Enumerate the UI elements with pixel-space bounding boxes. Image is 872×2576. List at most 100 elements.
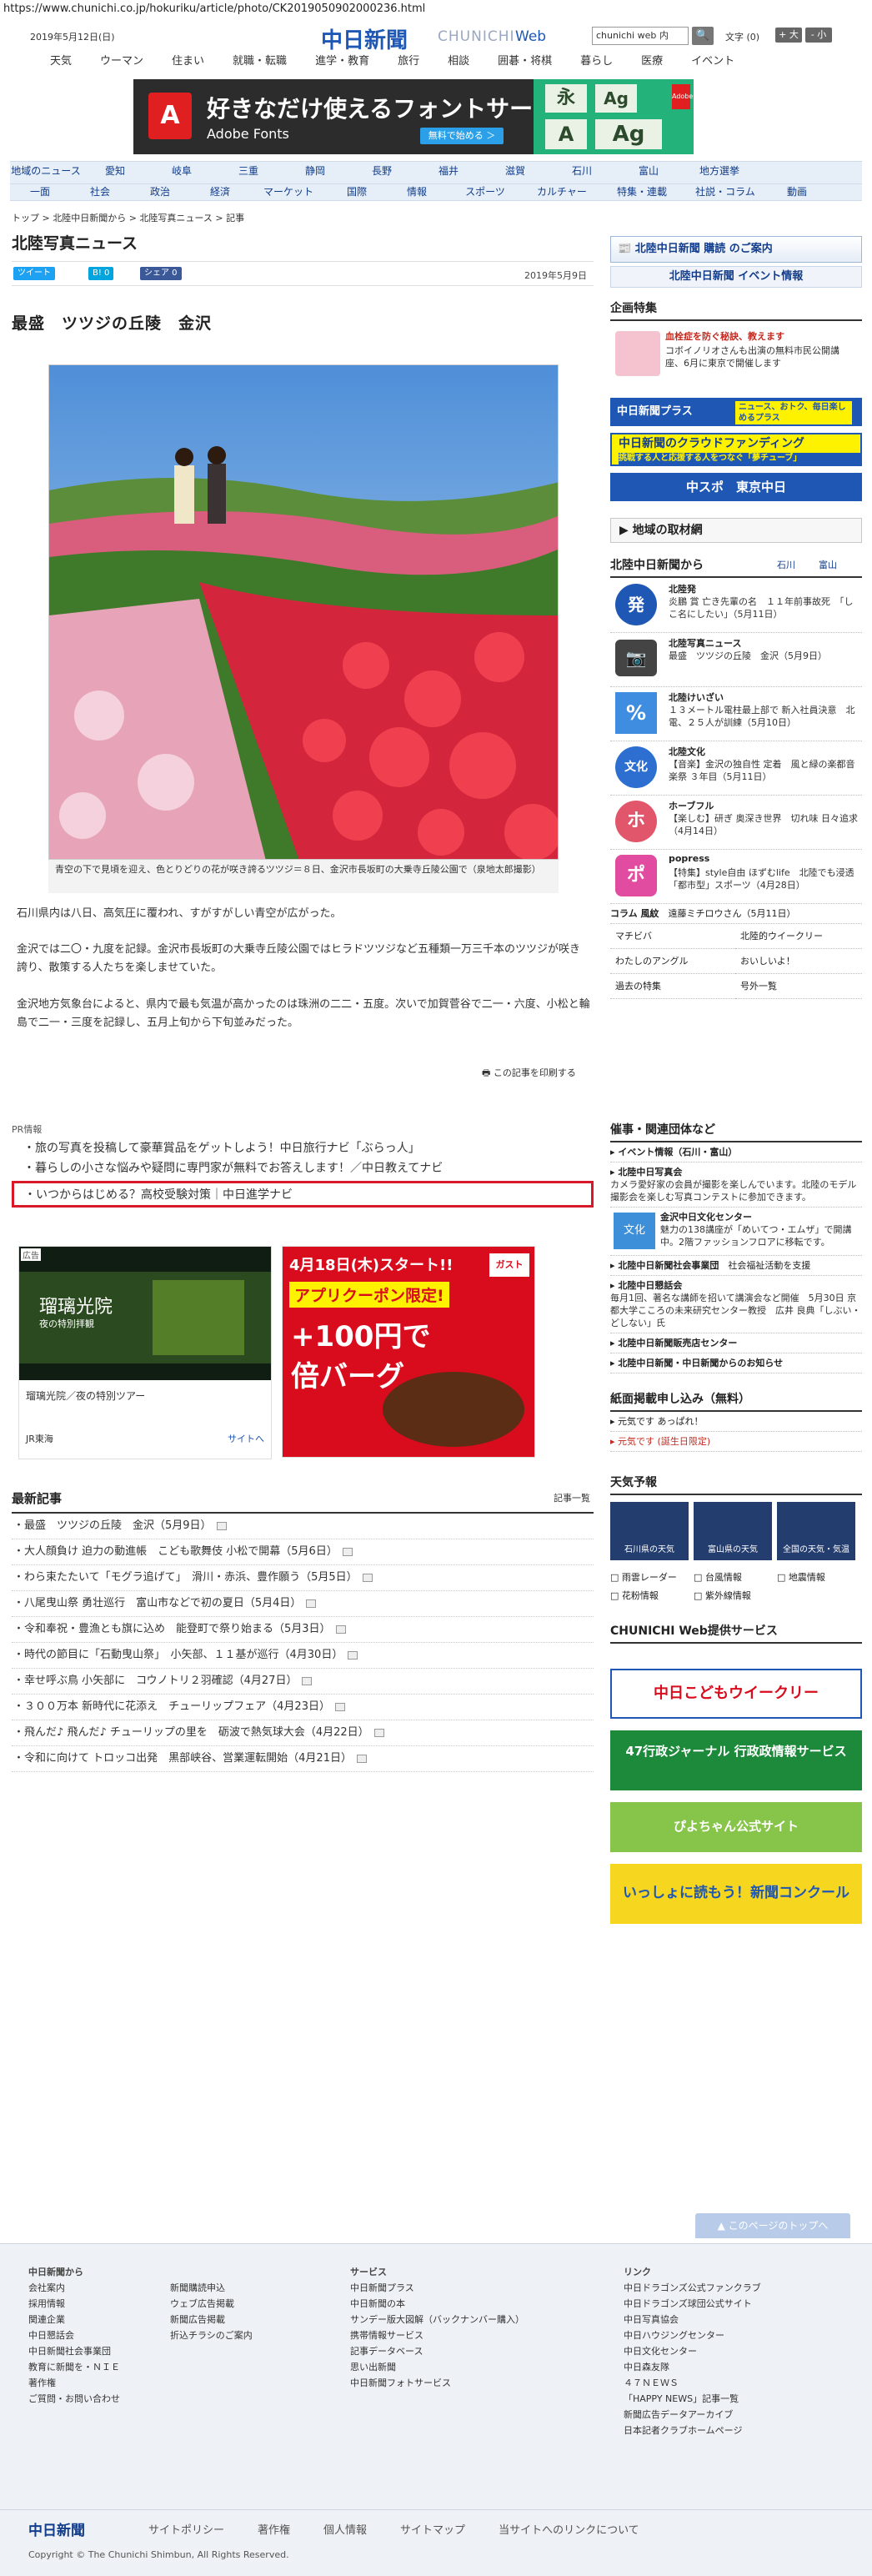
latest-item[interactable]: ・わら束たたいて「モグラ追げて」 滑川・赤浜、豊作願う（5月5日） bbox=[12, 1565, 594, 1591]
chunichi-plus-banner[interactable]: 中日新聞プラス ニュース、おトク、毎日楽しめるプラス bbox=[610, 398, 862, 426]
nav-item[interactable]: 政治 bbox=[130, 184, 190, 202]
gyosei-banner[interactable]: 47行政ジャーナル 行政政情報サービス bbox=[610, 1730, 862, 1790]
url-bar[interactable]: https://www.chunichi.co.jp/hokuriku/arti… bbox=[0, 0, 872, 18]
search-icon[interactable]: 🔍 bbox=[692, 27, 714, 45]
site-logo[interactable]: 中日新聞 bbox=[321, 23, 408, 54]
latest-item[interactable]: ・飛んだ♪ 飛んだ♪ チューリップの里を 砺波で熱気球大会（4月22日） bbox=[12, 1720, 594, 1746]
pr-link-highlighted[interactable]: ・いつからはじめる？高校受験対策｜中日進学ナビ bbox=[12, 1181, 594, 1208]
org-item[interactable]: ▸ 北陸中日新聞販売店センター bbox=[610, 1333, 862, 1353]
latest-item[interactable]: ・令和に向けて トロッコ出発 黒部峡谷、営業運転開始（4月21日） bbox=[12, 1746, 594, 1772]
nav-item[interactable]: カルチャー bbox=[524, 184, 600, 202]
font-smaller-button[interactable]: - 小 bbox=[805, 28, 832, 43]
footer-link[interactable]: 中日ハウジングセンター bbox=[624, 2327, 761, 2343]
footer-link[interactable]: 記事データベース bbox=[350, 2343, 524, 2359]
latest-item[interactable]: ・令和奉祝・豊漁とも旗に込め 能登町で祭り始まる（5月3日） bbox=[12, 1617, 594, 1643]
footer-link[interactable]: 教育に新聞を・ＮＩＥ bbox=[28, 2359, 120, 2375]
feature-item[interactable]: 血栓症を防ぐ秘訣、教えます コボイノリオさんも出演の無料市民公開講座、6月に東京… bbox=[610, 328, 862, 398]
search-input[interactable]: chunichi web 内 bbox=[592, 27, 689, 45]
footer-link[interactable]: 会社案内 bbox=[28, 2280, 120, 2296]
weather-link[interactable]: □ 花粉情報 bbox=[610, 1587, 694, 1605]
facebook-share-button[interactable]: シェア 0 bbox=[140, 267, 182, 280]
newspaper-contest-banner[interactable]: いっしょに読もう！新聞コンクール bbox=[610, 1864, 862, 1924]
latest-item[interactable]: ・大人顔負け 迫力の動進帳 こども歌舞伎 小松で開幕（5月6日） bbox=[12, 1539, 594, 1565]
org-event-link[interactable]: ▸ イベント情報（石川・富山） bbox=[610, 1142, 862, 1162]
nav-item[interactable]: 福井 bbox=[415, 163, 482, 182]
latest-item[interactable]: ・幸せ呼ぶ鳥 小矢部に コウノトリ２羽確認（4月27日） bbox=[12, 1669, 594, 1695]
footer-link[interactable]: 関連企業 bbox=[28, 2312, 120, 2327]
side-grid-link[interactable]: 号外一覧 bbox=[735, 974, 862, 999]
nav-item[interactable]: 経済 bbox=[190, 184, 250, 202]
adobe-fonts-banner[interactable]: A 好きなだけ使えるフォントサービス Adobe Fonts 無料で始める ＞ … bbox=[133, 79, 694, 154]
side-news-item[interactable]: ポ popress 【特集】style自由 ほずむlife 北陸でも浸透「都市型… bbox=[610, 850, 862, 904]
weather-link[interactable]: □ 雨雲レーダー bbox=[610, 1569, 694, 1587]
footer-link[interactable]: 携帯情報サービス bbox=[350, 2327, 524, 2343]
link-toyama[interactable]: 富山 bbox=[819, 558, 837, 571]
weather-tile-national[interactable]: 全国の天気・気温 bbox=[777, 1502, 855, 1560]
side-grid-link[interactable]: 過去の特集 bbox=[610, 974, 735, 999]
footer-link[interactable]: 著作権 bbox=[28, 2375, 120, 2391]
nav-item[interactable]: 滋賀 bbox=[482, 163, 549, 182]
column-link[interactable]: コラム 風紋 遠藤ミチロウさん（5月11日） bbox=[610, 904, 862, 924]
side-grid-link[interactable]: おいしいよ！ bbox=[735, 949, 862, 974]
footer-link[interactable]: ご質問・お問い合わせ bbox=[28, 2391, 120, 2407]
nav-item[interactable]: スポーツ bbox=[447, 184, 524, 202]
footer-bottom-link[interactable]: 個人情報 bbox=[323, 2521, 367, 2537]
footer-link[interactable]: 中日新聞プラス bbox=[350, 2280, 524, 2296]
piyochan-banner[interactable]: ぴよちゃん公式サイト bbox=[610, 1802, 862, 1852]
nav-item[interactable]: 愛知 bbox=[82, 163, 148, 182]
ad-site-link[interactable]: サイトへ bbox=[228, 1432, 264, 1445]
latest-item[interactable]: ・八尾曳山祭 勇壮巡行 富山市などで初の夏日（5月4日） bbox=[12, 1591, 594, 1617]
pr-link[interactable]: ・暮らしの小さな悩みや疑問に専門家が無料でお答えします！／中日教えてナビ bbox=[12, 1159, 594, 1176]
latest-item[interactable]: ・時代の節目に「石動曳山祭」 小矢部、１１基が巡行（4月30日） bbox=[12, 1643, 594, 1669]
gnav-item[interactable]: イベント bbox=[691, 52, 734, 72]
footer-link[interactable]: 新聞広告掲載 bbox=[170, 2312, 253, 2327]
notice-link[interactable]: ▸ 元気です あっぱれ！ bbox=[610, 1412, 862, 1432]
nav-item[interactable]: 三重 bbox=[215, 163, 282, 182]
footer-link[interactable]: 中日新聞の本 bbox=[350, 2296, 524, 2312]
tweet-button[interactable]: ツイート bbox=[13, 267, 55, 280]
weather-tile-toyama[interactable]: 富山県の天気 bbox=[694, 1502, 772, 1560]
org-item[interactable]: ▸ 北陸中日新聞社会事業団 社会福祉活動を支援 bbox=[610, 1256, 862, 1276]
side-grid-link[interactable]: マチビバ bbox=[610, 924, 735, 949]
hatena-button[interactable]: B! 0 bbox=[88, 267, 114, 280]
footer-link[interactable]: 中日森友隊 bbox=[624, 2359, 761, 2375]
notice-link[interactable]: ▸ 元気です (誕生日限定) bbox=[610, 1432, 862, 1452]
region-network-link[interactable]: ▶ 地域の取材網 bbox=[610, 518, 862, 543]
nav-item[interactable]: 情報 bbox=[387, 184, 447, 202]
side-news-item[interactable]: 文化 北陸文化 【音楽】金沢の独自性 定着 風と緑の楽都音楽祭 ３年目（5月11… bbox=[610, 741, 862, 796]
footer-link[interactable]: 新聞広告データアーカイブ bbox=[624, 2407, 761, 2423]
footer-link[interactable]: 中日写真協会 bbox=[624, 2312, 761, 2327]
weather-tile-ishikawa[interactable]: 石川県の天気 bbox=[610, 1502, 689, 1560]
gnav-item[interactable]: 暮らし bbox=[580, 52, 613, 72]
gnav-item[interactable]: 旅行 bbox=[398, 52, 419, 72]
footer-link[interactable]: 中日懇話会 bbox=[28, 2327, 120, 2343]
footer-logo[interactable]: 中日新聞 bbox=[28, 2518, 85, 2539]
banner-cta-button[interactable]: 無料で始める ＞ bbox=[420, 128, 504, 144]
latest-item[interactable]: ・最盛 ツツジの丘陵 金沢（5月9日） bbox=[12, 1514, 594, 1539]
event-info-banner[interactable]: 北陸中日新聞 イベント情報 bbox=[610, 266, 862, 288]
side-grid-link[interactable]: わたしのアングル bbox=[610, 949, 735, 974]
nav-item[interactable]: 一面 bbox=[10, 184, 70, 202]
nav-item[interactable]: 国際 bbox=[327, 184, 387, 202]
ad-rurikoin[interactable]: 広告 瑠璃光院 夜の特別拝観 瑠璃光院／夜の特別ツアー JR東海 サイトへ bbox=[18, 1246, 272, 1459]
footer-bottom-link[interactable]: 当サイトへのリンクについて bbox=[499, 2521, 639, 2537]
footer-link[interactable]: 思い出新聞 bbox=[350, 2359, 524, 2375]
footer-bottom-link[interactable]: サイトポリシー bbox=[148, 2521, 224, 2537]
weather-link[interactable]: □ 台風情報 bbox=[694, 1569, 777, 1587]
crowdfunding-banner[interactable]: 中日新聞のクラウドファンディング 挑戦する人と応援する人をつなぐ「夢チューブ」 bbox=[610, 433, 862, 466]
latest-item[interactable]: ・３００万本 新時代に花添え チューリップフェア（4月23日） bbox=[12, 1695, 594, 1720]
gnav-item[interactable]: 囲碁・将棋 bbox=[498, 52, 552, 72]
footer-link[interactable]: ウェブ広告掲載 bbox=[170, 2296, 253, 2312]
weather-link[interactable]: □ 紫外線情報 bbox=[694, 1587, 777, 1605]
side-news-item[interactable]: ホ ホーブフル 【楽しむ】研ぎ 奥深き世界 切れ味 日々追求（4月14日） bbox=[610, 796, 862, 850]
weather-link[interactable]: □ 地震情報 bbox=[777, 1569, 860, 1587]
nav-item[interactable]: 特集・連載 bbox=[600, 184, 684, 202]
side-news-item[interactable]: 📷 北陸写真ニュース 最盛 ツツジの丘陵 金沢（5月9日） bbox=[610, 633, 862, 687]
nav-item[interactable]: 岐阜 bbox=[148, 163, 215, 182]
org-item[interactable]: ▸ 北陸中日新聞・中日新聞からのお知らせ bbox=[610, 1353, 862, 1373]
side-grid-link[interactable]: 北陸的ウイークリー bbox=[735, 924, 862, 949]
article-photo[interactable] bbox=[48, 364, 559, 860]
nav-item[interactable]: 地域のニュース bbox=[10, 163, 82, 182]
subscribe-banner[interactable]: 📰 北陸中日新聞 購読 のご案内 bbox=[610, 236, 862, 263]
nav-item[interactable]: 富山 bbox=[615, 163, 682, 182]
